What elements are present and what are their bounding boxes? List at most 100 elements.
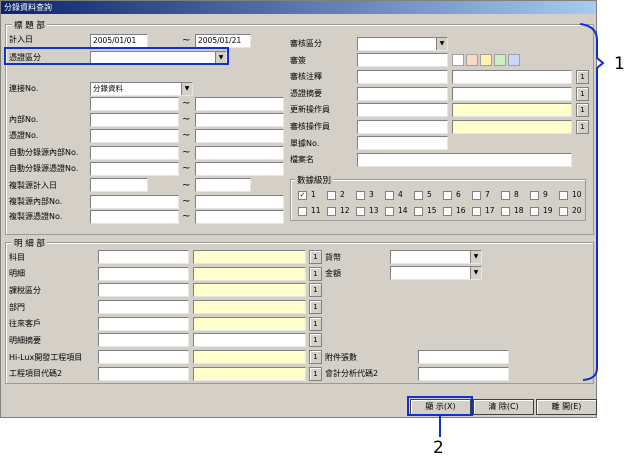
level-11-checkbox[interactable]	[298, 207, 307, 216]
level-9-label: 9	[543, 190, 548, 199]
connection-no-select[interactable]: 分錄資料 ▼	[90, 82, 193, 96]
chevron-down-icon[interactable]: ▼	[436, 38, 447, 50]
project-code2-lookup-button[interactable]: 1	[309, 367, 322, 381]
level-9-checkbox[interactable]	[530, 191, 539, 200]
auto-source-internal-from-field[interactable]	[90, 146, 179, 160]
amount-select[interactable]: ▼	[390, 266, 482, 280]
sub-account-code-field[interactable]	[98, 267, 189, 281]
level-13-checkbox[interactable]	[356, 207, 365, 216]
reviewer-label: 審簽	[290, 56, 306, 65]
level-8-checkbox[interactable]	[501, 191, 510, 200]
level-8-label: 8	[514, 190, 519, 199]
copy-source-date-to-field[interactable]	[195, 178, 251, 192]
reviewer-field[interactable]	[357, 53, 448, 67]
review-note-lookup-button[interactable]: 1	[576, 70, 589, 84]
updater-code-field[interactable]	[357, 103, 448, 117]
review-type-select[interactable]: ▼	[357, 37, 448, 51]
chevron-down-icon[interactable]: ▼	[181, 83, 192, 95]
internal-no-to-field[interactable]	[195, 113, 284, 127]
chevron-down-icon[interactable]: ▼	[470, 267, 481, 279]
customer-lookup-button[interactable]: 1	[309, 317, 322, 331]
color-swatch-green[interactable]	[494, 54, 506, 66]
connection-no-to-field[interactable]	[195, 97, 284, 111]
level-5-checkbox[interactable]	[414, 191, 423, 200]
auto-source-voucher-to-field[interactable]	[195, 162, 284, 176]
level-2-checkbox[interactable]	[327, 191, 336, 200]
level-12-checkbox[interactable]	[327, 207, 336, 216]
detail-summary-name-field[interactable]	[193, 333, 306, 347]
color-swatch-white[interactable]	[452, 54, 464, 66]
level-10-checkbox[interactable]	[559, 191, 568, 200]
level-4-checkbox[interactable]	[385, 191, 394, 200]
sub-account-lookup-button[interactable]: 1	[309, 267, 322, 281]
sub-account-label: 明細	[9, 269, 25, 278]
entry-date-to-field[interactable]: 2005/01/21	[195, 34, 251, 48]
range-tilde: ~	[182, 130, 191, 141]
chevron-down-icon[interactable]: ▼	[470, 251, 481, 263]
auto-source-internal-to-field[interactable]	[195, 146, 284, 160]
project-lookup-button[interactable]: 1	[309, 350, 322, 364]
department-lookup-button[interactable]: 1	[309, 300, 322, 314]
connection-no-from-field[interactable]	[90, 97, 179, 111]
review-operator-code-field[interactable]	[357, 120, 448, 134]
copy-source-voucher-from-field[interactable]	[90, 210, 179, 224]
level-16-checkbox[interactable]	[443, 207, 452, 216]
level-1-checkbox[interactable]: ✓	[298, 191, 307, 200]
voucher-no-from-field[interactable]	[90, 129, 179, 143]
account-lookup-button[interactable]: 1	[309, 250, 322, 264]
account-code-field[interactable]	[98, 250, 189, 264]
window-title: 分錄資料查詢	[1, 1, 596, 14]
sub-account-name-field	[193, 267, 306, 281]
file-name-field[interactable]	[357, 153, 572, 167]
detail-summary-code-field[interactable]	[98, 333, 189, 347]
range-tilde: ~	[182, 180, 191, 191]
tax-type-lookup-button[interactable]: 1	[309, 283, 322, 297]
copy-source-internal-to-field[interactable]	[195, 195, 284, 209]
tax-type-code-field[interactable]	[98, 283, 189, 297]
level-3-checkbox[interactable]	[356, 191, 365, 200]
analysis-code2-field[interactable]	[418, 367, 509, 381]
attachments-label: 附件張數	[325, 353, 357, 362]
entry-date-from-field[interactable]: 2005/01/01	[90, 34, 148, 48]
voucher-summary-name-field[interactable]	[452, 87, 572, 101]
level-6-label: 6	[456, 190, 461, 199]
slip-no-field[interactable]	[357, 136, 448, 150]
voucher-summary-lookup-button[interactable]: 1	[576, 87, 589, 101]
color-swatch-yellow[interactable]	[480, 54, 492, 66]
analysis-code2-label: 會計分析代碼2	[325, 369, 379, 378]
color-swatch-blue[interactable]	[508, 54, 520, 66]
level-17-checkbox[interactable]	[472, 207, 481, 216]
close-button[interactable]: 離 開(E)	[536, 399, 597, 415]
project-code2-code-field[interactable]	[98, 367, 189, 381]
attachments-field[interactable]	[418, 350, 509, 364]
level-15-checkbox[interactable]	[414, 207, 423, 216]
detail-summary-lookup-button[interactable]: 1	[309, 333, 322, 347]
project-code-field[interactable]	[98, 350, 189, 364]
copy-source-voucher-to-field[interactable]	[195, 210, 284, 224]
customer-code-field[interactable]	[98, 317, 189, 331]
level-17-label: 17	[485, 206, 495, 215]
level-14-label: 14	[398, 206, 408, 215]
copy-source-date-from-field[interactable]	[90, 178, 148, 192]
currency-select[interactable]: ▼	[390, 250, 482, 264]
auto-source-voucher-from-field[interactable]	[90, 162, 179, 176]
level-18-checkbox[interactable]	[501, 207, 510, 216]
color-swatch-peach[interactable]	[466, 54, 478, 66]
level-6-checkbox[interactable]	[443, 191, 452, 200]
clear-button[interactable]: 清 除(C)	[473, 399, 534, 415]
voucher-no-to-field[interactable]	[195, 129, 284, 143]
project-code2-label: 工程項目代碼2	[9, 369, 63, 378]
level-7-checkbox[interactable]	[472, 191, 481, 200]
department-code-field[interactable]	[98, 300, 189, 314]
updater-lookup-button[interactable]: 1	[576, 103, 589, 117]
review-operator-lookup-button[interactable]: 1	[576, 120, 589, 134]
level-14-checkbox[interactable]	[385, 207, 394, 216]
review-note-name-field[interactable]	[452, 70, 572, 84]
copy-source-internal-from-field[interactable]	[90, 195, 179, 209]
voucher-summary-code-field[interactable]	[357, 87, 448, 101]
review-note-code-field[interactable]	[357, 70, 448, 84]
copy-source-date-label: 複製源計入日	[9, 181, 57, 190]
level-20-checkbox[interactable]	[559, 207, 568, 216]
level-19-checkbox[interactable]	[530, 207, 539, 216]
internal-no-from-field[interactable]	[90, 113, 179, 127]
